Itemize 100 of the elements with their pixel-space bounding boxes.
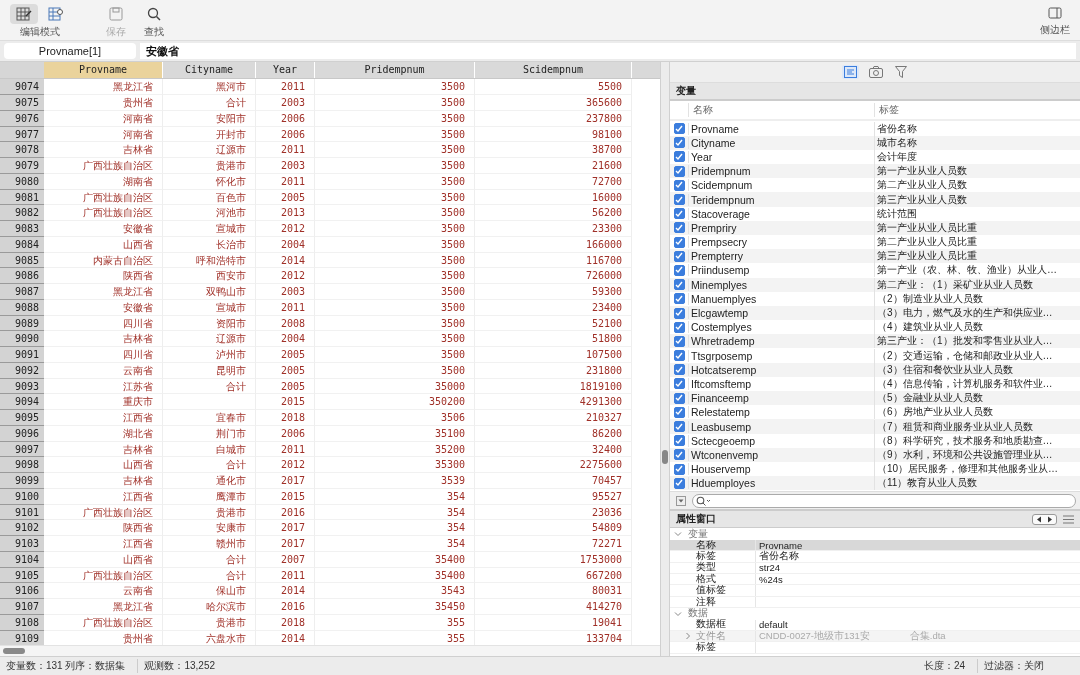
checkbox[interactable] — [673, 378, 685, 390]
row-number[interactable]: 9106 — [0, 583, 44, 600]
row-number[interactable]: 9107 — [0, 599, 44, 615]
checkbox[interactable] — [673, 293, 685, 305]
row-number[interactable]: 9075 — [0, 95, 44, 111]
scrollbar-thumb[interactable] — [3, 648, 25, 655]
variable-name[interactable]: Priindusemp — [688, 264, 874, 277]
variable-name[interactable]: Iftcomsftemp — [688, 377, 874, 390]
sidebar-button[interactable]: 侧边栏 — [1038, 4, 1072, 37]
checkbox[interactable] — [673, 264, 685, 276]
filter-menu-icon[interactable] — [676, 496, 686, 506]
variable-name[interactable]: Cityname — [688, 136, 874, 149]
variable-name[interactable]: Financeemp — [688, 392, 874, 405]
variable-name[interactable]: Hduemployes — [688, 477, 874, 490]
scrollbar-thumb[interactable] — [662, 450, 668, 465]
checkbox[interactable] — [673, 477, 685, 489]
variable-name[interactable]: Wtconenvemp — [688, 448, 874, 461]
variable-name[interactable]: Prempriry — [688, 221, 874, 234]
variable-name[interactable]: Stacoverage — [688, 207, 874, 220]
checkbox[interactable] — [673, 165, 685, 177]
checkbox[interactable] — [673, 421, 685, 432]
checkbox[interactable] — [673, 194, 685, 205]
row-number[interactable]: 9078 — [0, 142, 44, 159]
navigation-buttons[interactable] — [1032, 514, 1057, 525]
checkbox[interactable] — [673, 151, 685, 163]
variable-name[interactable]: Prempterry — [688, 250, 874, 263]
property-value: str24 — [759, 562, 781, 574]
checkbox[interactable] — [673, 208, 685, 220]
column-header[interactable]: Scidempnum — [475, 62, 632, 79]
property-row[interactable]: 值标签 — [670, 585, 1080, 597]
variables-tab[interactable] — [841, 65, 859, 80]
variable-name[interactable]: Sctecgeoemp — [688, 434, 874, 447]
row-number[interactable]: 9094 — [0, 394, 44, 411]
table-cell: 2275600 — [475, 457, 632, 474]
variable-name[interactable]: Manuemplyes — [688, 292, 874, 305]
checkbox[interactable] — [673, 406, 685, 418]
variable-name[interactable]: Year — [688, 150, 874, 163]
property-row[interactable]: 类型 str24 — [670, 562, 1080, 575]
checkbox[interactable] — [673, 123, 685, 135]
checkbox[interactable] — [673, 364, 685, 376]
property-row[interactable]: 标签 省份名称 — [670, 551, 1080, 563]
search-button[interactable]: 查找 — [142, 4, 166, 39]
value-field[interactable]: 安徽省 — [140, 43, 1076, 60]
column-header[interactable]: Pridempnum — [315, 62, 475, 79]
variable-name[interactable]: Pridempnum — [688, 165, 874, 178]
variable-name[interactable]: Hotcatseremp — [688, 363, 874, 376]
checkbox[interactable] — [673, 179, 685, 191]
variable-name[interactable]: Houservemp — [688, 463, 874, 476]
checkbox[interactable] — [673, 321, 685, 333]
property-row[interactable]: 注释 — [670, 596, 1080, 609]
search-field[interactable] — [692, 494, 1076, 508]
checkbox[interactable] — [673, 137, 685, 149]
variable-name[interactable]: Prempsecry — [688, 236, 874, 249]
column-header[interactable]: Cityname — [163, 62, 256, 79]
checkbox[interactable] — [673, 335, 685, 347]
property-row[interactable]: 名称 Provname — [670, 539, 1080, 552]
column-header[interactable]: Provname — [44, 62, 163, 79]
row-number[interactable]: 9074 — [0, 79, 44, 96]
row-number[interactable]: 9102 — [0, 520, 44, 537]
variable-name[interactable]: Leasbusemp — [688, 420, 874, 433]
checkbox[interactable] — [673, 222, 685, 234]
row-number[interactable]: 9103 — [0, 536, 44, 552]
row-number[interactable]: 9086 — [0, 268, 44, 285]
variable-name[interactable]: Ttsgrposemp — [688, 349, 874, 362]
row-number[interactable]: 9090 — [0, 331, 44, 348]
checkbox[interactable] — [673, 392, 685, 404]
variable-name[interactable]: Provname — [688, 122, 874, 135]
checkbox[interactable] — [673, 463, 685, 475]
row-number[interactable]: 9095 — [0, 410, 44, 426]
table-cell: 合计 — [163, 552, 256, 568]
variable-name[interactable]: Minemplyes — [688, 278, 874, 291]
column-header[interactable]: 标签 — [874, 103, 1080, 118]
variable-name[interactable]: Costemplyes — [688, 321, 874, 334]
checkbox[interactable] — [673, 435, 685, 447]
row-number[interactable]: 9079 — [0, 158, 44, 174]
variable-name[interactable]: Whretrademp — [688, 335, 874, 348]
checkbox[interactable] — [673, 279, 685, 291]
checkbox[interactable] — [673, 449, 685, 461]
checkbox[interactable] — [673, 307, 685, 319]
row-number[interactable]: 9087 — [0, 284, 44, 300]
variable-name[interactable]: Scidempnum — [688, 179, 874, 192]
row-number[interactable]: 9098 — [0, 457, 44, 474]
property-row[interactable]: 标签 — [670, 642, 1080, 654]
property-row[interactable]: 格式 %24s — [670, 574, 1080, 586]
variable-name[interactable]: Teridempnum — [688, 193, 874, 206]
filter-tab[interactable] — [892, 65, 909, 80]
edit-mode-button[interactable] — [10, 4, 38, 24]
checkbox[interactable] — [673, 350, 685, 362]
snapshots-tab[interactable] — [866, 65, 885, 80]
variable-name[interactable]: Elcgawtemp — [688, 307, 874, 319]
row-number[interactable]: 9091 — [0, 347, 44, 363]
column-header[interactable]: 名称 — [688, 103, 874, 118]
checkbox[interactable] — [673, 250, 685, 262]
column-header[interactable]: Year — [256, 62, 315, 79]
menu-icon[interactable] — [1063, 515, 1074, 524]
row-number[interactable]: 9082 — [0, 205, 44, 222]
variable-name[interactable]: Relestatemp — [688, 406, 874, 419]
row-number[interactable]: 9083 — [0, 221, 44, 237]
row-number[interactable]: 9099 — [0, 473, 44, 489]
checkbox[interactable] — [673, 236, 685, 248]
